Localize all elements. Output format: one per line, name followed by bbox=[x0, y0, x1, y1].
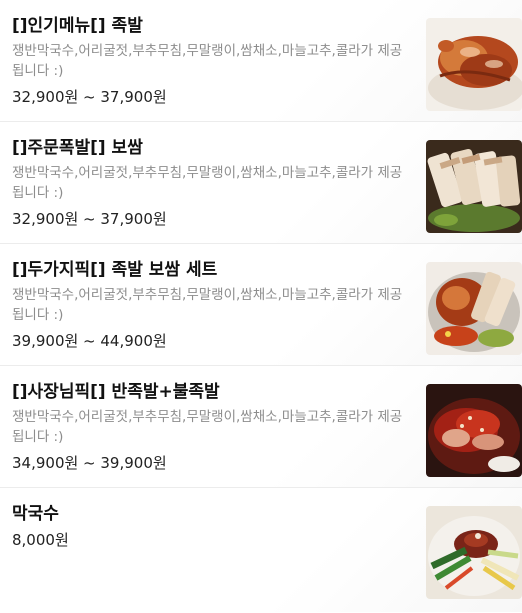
menu-item-info: []주문폭발[] 보쌈 쟁반막국수,어리굴젓,부추무침,무말랭이,쌈채소,마늘고… bbox=[12, 136, 412, 229]
menu-item-price: 8,000원 bbox=[12, 531, 69, 549]
menu-item-jokbal[interactable]: []인기메뉴[] 족발 쟁반막국수,어리굴젓,부추무침,무말랭이,쌈채소,마늘고… bbox=[0, 0, 522, 122]
menu-item-half-and-spicy-jokbal[interactable]: []사장님픽[] 반족발+불족발 쟁반막국수,어리굴젓,부추무침,무말랭이,쌈채… bbox=[0, 366, 522, 488]
half-jokbal-spicy-jokbal-photo[interactable] bbox=[426, 384, 522, 477]
menu-item-price: 34,900원 ~ 39,900원 bbox=[12, 454, 167, 472]
jokbal-photo[interactable] bbox=[426, 18, 522, 111]
bossam-photo[interactable] bbox=[426, 140, 522, 233]
menu-item-info: 막국수 8,000원 bbox=[12, 502, 412, 550]
menu-item-name: []주문폭발[] 보쌈 bbox=[12, 138, 143, 158]
menu-list: []인기메뉴[] 족발 쟁반막국수,어리굴젓,부추무침,무말랭이,쌈채소,마늘고… bbox=[0, 0, 522, 612]
menu-item-makguksu[interactable]: 막국수 8,000원 bbox=[0, 488, 522, 612]
menu-item-price: 32,900원 ~ 37,900원 bbox=[12, 210, 167, 228]
menu-item-info: []두가지픽[] 족발 보쌈 세트 쟁반막국수,어리굴젓,부추무침,무말랭이,쌈… bbox=[12, 258, 412, 351]
menu-item-price: 32,900원 ~ 37,900원 bbox=[12, 88, 167, 106]
menu-item-info: []인기메뉴[] 족발 쟁반막국수,어리굴젓,부추무침,무말랭이,쌈채소,마늘고… bbox=[12, 14, 412, 107]
jokbal-bossam-set-photo[interactable] bbox=[426, 262, 522, 355]
menu-item-description: 쟁반막국수,어리굴젓,부추무침,무말랭이,쌈채소,마늘고추,콜라가 제공됩니다 … bbox=[12, 165, 403, 201]
menu-item-info: []사장님픽[] 반족발+불족발 쟁반막국수,어리굴젓,부추무침,무말랭이,쌈채… bbox=[12, 380, 412, 473]
menu-item-name: []인기메뉴[] 족발 bbox=[12, 16, 143, 36]
menu-item-bossam[interactable]: []주문폭발[] 보쌈 쟁반막국수,어리굴젓,부추무침,무말랭이,쌈채소,마늘고… bbox=[0, 122, 522, 244]
menu-item-name: []사장님픽[] 반족발+불족발 bbox=[12, 382, 220, 402]
menu-item-description: 쟁반막국수,어리굴젓,부추무침,무말랭이,쌈채소,마늘고추,콜라가 제공됩니다 … bbox=[12, 287, 403, 323]
makguksu-photo[interactable] bbox=[426, 506, 522, 599]
menu-item-name: []두가지픽[] 족발 보쌈 세트 bbox=[12, 260, 218, 280]
menu-item-name: 막국수 bbox=[12, 504, 59, 524]
menu-item-description: 쟁반막국수,어리굴젓,부추무침,무말랭이,쌈채소,마늘고추,콜라가 제공됩니다 … bbox=[12, 409, 403, 445]
menu-item-description: 쟁반막국수,어리굴젓,부추무침,무말랭이,쌈채소,마늘고추,콜라가 제공됩니다 … bbox=[12, 43, 403, 79]
menu-item-price: 39,900원 ~ 44,900원 bbox=[12, 332, 167, 350]
menu-item-jokbal-bossam-set[interactable]: []두가지픽[] 족발 보쌈 세트 쟁반막국수,어리굴젓,부추무침,무말랭이,쌈… bbox=[0, 244, 522, 366]
